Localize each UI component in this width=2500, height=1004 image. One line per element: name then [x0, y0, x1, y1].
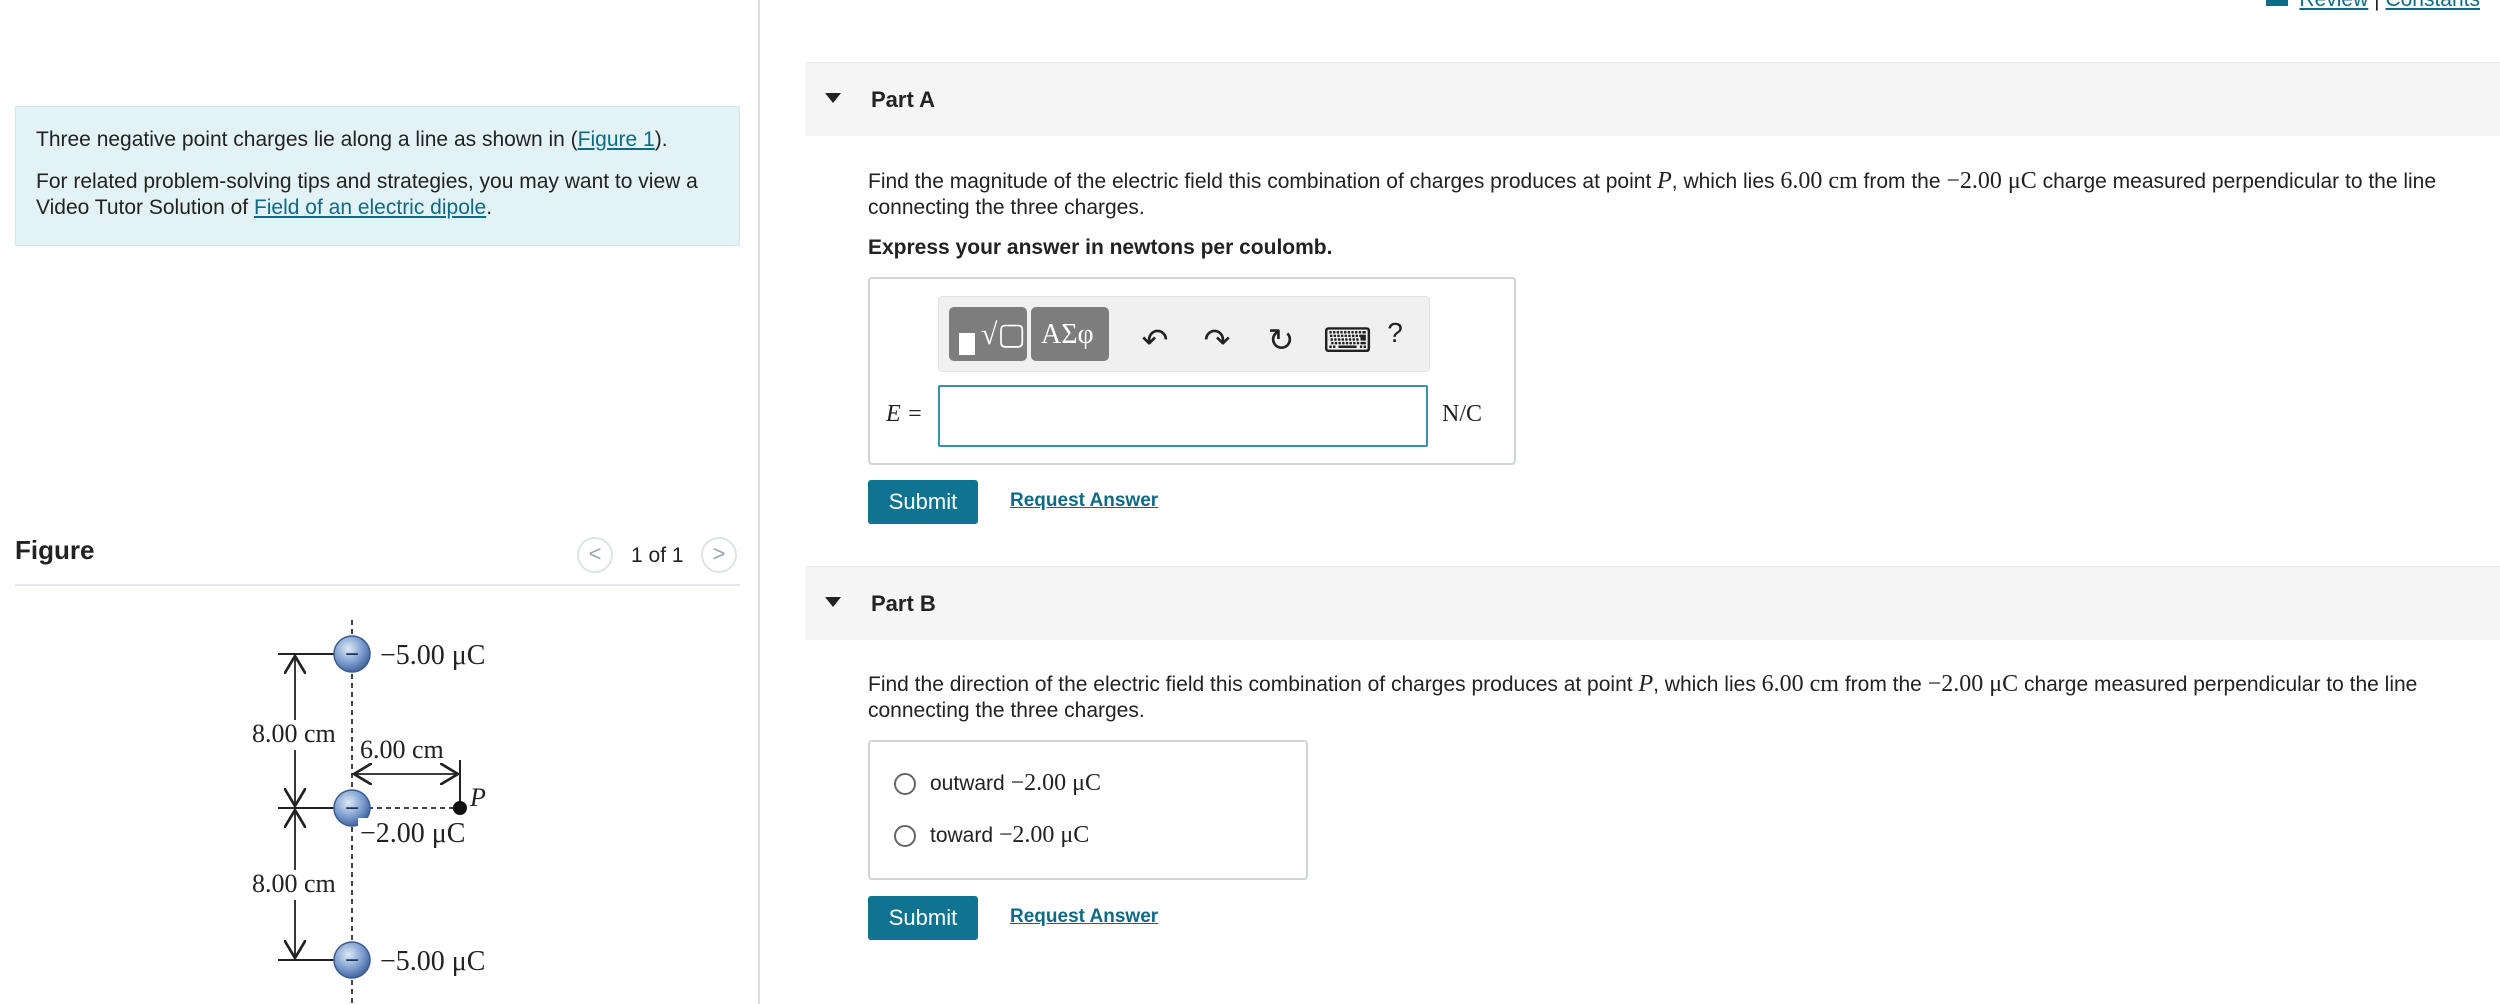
choice-charge: −2.00 μC: [998, 822, 1090, 848]
charge-sign: −: [345, 641, 359, 668]
choice-label: outward: [930, 772, 1005, 795]
figure-prev-button[interactable]: <: [577, 537, 613, 573]
figure-title: Figure: [15, 535, 95, 565]
sqrt-template-icon: √▢: [981, 318, 1026, 351]
figure-1-link[interactable]: Figure 1: [578, 128, 655, 151]
radio-button[interactable]: [894, 825, 916, 848]
figure-next-button[interactable]: >: [701, 537, 737, 573]
intro-text: Three negative point charges lie along a…: [36, 128, 578, 151]
undo-icon[interactable]: ↶: [1135, 321, 1175, 359]
part-a-submit-button[interactable]: Submit: [868, 480, 978, 524]
problem-panel: Three negative point charges lie along a…: [0, 0, 760, 1004]
choice-outward[interactable]: outward −2.00 μC: [894, 770, 1101, 797]
reset-icon[interactable]: ↻: [1261, 321, 1301, 359]
math-toolbar: √▢ ΑΣφ ↶ ↷ ↻ ⌨ ?: [938, 296, 1430, 372]
top-charge-label: −5.00 μC: [380, 640, 485, 671]
part-b-submit-button[interactable]: Submit: [868, 896, 978, 940]
question-text: from the: [1838, 673, 1928, 696]
question-distance: 6.00 cm: [1780, 168, 1858, 194]
part-b-question: Find the direction of the electric field…: [868, 671, 2468, 724]
collapse-caret-icon[interactable]: [825, 597, 841, 607]
horizontal-distance-label: 6.00 cm: [360, 735, 444, 764]
answer-variable-label: E =: [886, 401, 923, 427]
question-charge: −2.00 μC: [1927, 671, 2019, 697]
part-a-title: Part A: [871, 87, 935, 112]
top-charge: −: [333, 635, 371, 673]
direction-choices: outward −2.00 μC toward −2.00 μC: [868, 740, 1308, 880]
radio-button[interactable]: [894, 773, 916, 796]
collapse-caret-icon[interactable]: [825, 93, 841, 103]
link-separator: |: [2374, 0, 2379, 11]
intro-line-1: Three negative point charges lie along a…: [36, 127, 719, 153]
choice-toward[interactable]: toward −2.00 μC: [894, 822, 1089, 849]
lower-distance-label: 8.00 cm: [252, 869, 336, 898]
question-variable: P: [1657, 168, 1672, 194]
question-distance: 6.00 cm: [1761, 671, 1839, 697]
redo-icon[interactable]: ↷: [1197, 321, 1237, 359]
answer-unit: N/C: [1442, 401, 1483, 427]
point-p-label: P: [469, 783, 486, 812]
choice-label: toward: [930, 824, 994, 847]
middle-charge-label: −2.00 μC: [360, 818, 465, 849]
keyboard-icon[interactable]: ⌨: [1323, 321, 1372, 361]
greek-symbols-label: ΑΣφ: [1041, 319, 1094, 350]
answer-box: √▢ ΑΣφ ↶ ↷ ↻ ⌨ ? E = N/C: [868, 277, 1516, 465]
dipole-video-link[interactable]: Field of an electric dipole: [254, 196, 486, 219]
templates-button[interactable]: √▢: [949, 307, 1027, 361]
question-text: Find the direction of the electric field…: [868, 673, 1639, 696]
figure-pager-text: 1 of 1: [631, 544, 684, 567]
choice-charge: −2.00 μC: [1010, 770, 1101, 796]
question-text: Find the magnitude of the electric field…: [868, 170, 1658, 193]
intro-text: .: [486, 196, 493, 219]
part-b-title: Part B: [871, 591, 936, 616]
question-charge: −2.00 μC: [1946, 168, 2037, 194]
template-box-icon: [959, 333, 975, 355]
top-links: Review | Constants: [2265, 0, 2480, 12]
part-b-header[interactable]: Part B: [805, 566, 2500, 640]
help-icon[interactable]: ?: [1375, 317, 1415, 349]
answer-input[interactable]: [938, 385, 1428, 447]
figure-header: Figure < 1 of 1 >: [15, 530, 740, 586]
question-variable: P: [1638, 671, 1654, 697]
point-p-dot: [453, 801, 467, 815]
symbols-button[interactable]: ΑΣφ: [1031, 307, 1109, 361]
question-text: , which lies: [1653, 673, 1762, 696]
part-b-request-answer-link[interactable]: Request Answer: [1010, 906, 1158, 928]
part-a-request-answer-link[interactable]: Request Answer: [1010, 490, 1158, 512]
part-a-header[interactable]: Part A: [805, 62, 2500, 136]
intro-line-2: For related problem-solving tips and str…: [36, 169, 719, 221]
constants-link[interactable]: Constants: [2385, 0, 2480, 11]
problem-intro: Three negative point charges lie along a…: [15, 106, 740, 246]
charge-sign: −: [345, 795, 359, 822]
review-link[interactable]: Review: [2299, 0, 2368, 11]
question-text: from the: [1857, 170, 1947, 193]
upper-distance-label: 8.00 cm: [252, 719, 336, 748]
part-a-instruction: Express your answer in newtons per coulo…: [868, 236, 1333, 259]
bottom-charge: −: [333, 941, 371, 979]
intro-text: ).: [654, 128, 668, 151]
part-a-question: Find the magnitude of the electric field…: [868, 168, 2468, 221]
charge-figure: 8.00 cm 8.00 cm 6.00 cm P − − − −5.00 μC…: [250, 620, 486, 1004]
book-icon: [2265, 0, 2288, 7]
charge-sign: −: [345, 947, 359, 974]
question-text: , which lies: [1671, 170, 1781, 193]
bottom-charge-label: −5.00 μC: [380, 946, 485, 977]
